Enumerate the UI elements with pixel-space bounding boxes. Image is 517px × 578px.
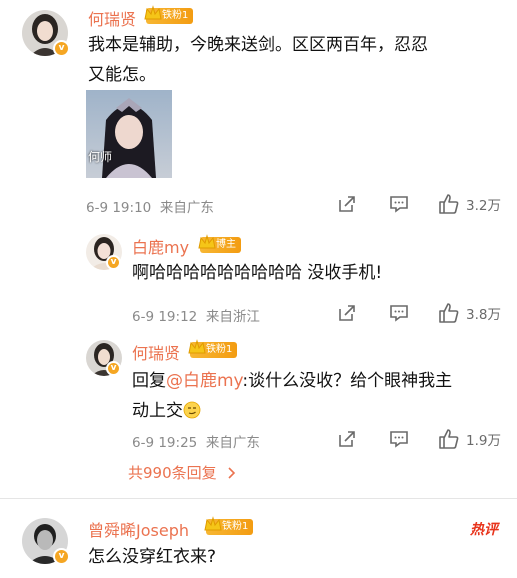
comment-meta: 6-9 19:12 来自浙江: [132, 305, 260, 325]
blogger-badge: 博主: [198, 234, 241, 253]
reply-prefix: 回复: [132, 371, 166, 391]
verified-icon: v: [53, 548, 70, 565]
share-icon: [339, 196, 355, 212]
like-icon: [439, 429, 459, 449]
image-caption: 何师: [88, 150, 113, 164]
comment-meta: 6-9 19:25 来自广东: [132, 431, 260, 451]
location: 来自广东: [205, 435, 260, 451]
hot-comment-badge: 热评: [470, 522, 498, 538]
like-count: 3.8万: [466, 307, 501, 323]
like-count: 1.9万: [466, 433, 501, 449]
mention-link[interactable]: @白鹿my: [166, 371, 242, 391]
chevron-right-icon: [228, 466, 235, 479]
share-button[interactable]: [337, 303, 357, 323]
share-button[interactable]: [337, 194, 357, 214]
location: 来自广东: [159, 200, 214, 216]
comment-icon: [390, 431, 408, 448]
location: 来自浙江: [205, 309, 260, 325]
comment-button[interactable]: [389, 429, 409, 449]
verified-icon: v: [106, 255, 121, 270]
timestamp: 6-9 19:10: [86, 200, 152, 216]
like-icon: [439, 303, 459, 323]
commenter-name[interactable]: 曾舜晞Joseph: [88, 517, 189, 541]
comment-image[interactable]: 何师: [86, 90, 172, 178]
timestamp: 6-9 19:25: [132, 435, 198, 451]
comment-icon: [390, 305, 408, 322]
crown-icon: [188, 339, 206, 354]
fan-badge: 铁粉1: [188, 339, 238, 358]
divider: [0, 498, 517, 499]
fan-badge: 铁粉1: [144, 5, 194, 24]
crown-icon: [144, 5, 162, 20]
like-button[interactable]: 3.2万: [438, 193, 501, 215]
comment-text: 怎么没穿红衣来?: [88, 547, 217, 567]
reply-text: 啊哈哈哈哈哈哈哈哈哈 没收手机!: [132, 263, 383, 283]
comment-button[interactable]: [389, 303, 409, 323]
share-icon: [339, 431, 355, 447]
comment-text: 我本是辅助，今晚来送剑。区区两百年，忍忍 又能怎。: [88, 35, 428, 85]
smirk-emoji-icon: [183, 401, 201, 419]
like-button[interactable]: 1.9万: [438, 428, 501, 450]
crown-icon: [204, 516, 222, 531]
comment-button[interactable]: [389, 194, 409, 214]
like-count: 3.2万: [466, 198, 501, 214]
fan-badge: 铁粉1: [204, 516, 254, 535]
comment-meta: 6-9 19:10 来自广东: [86, 196, 214, 216]
like-icon: [439, 194, 459, 214]
more-replies-link[interactable]: 共990条回复: [128, 462, 239, 483]
commenter-name[interactable]: 白鹿my: [132, 234, 189, 258]
comment-icon: [390, 196, 408, 213]
reply-text: 回复@白鹿my:谈什么没收？给个眼神我主 动上交: [132, 371, 453, 421]
timestamp: 6-9 19:12: [132, 309, 198, 325]
verified-icon: v: [53, 40, 70, 57]
share-button[interactable]: [337, 429, 357, 449]
verified-icon: v: [106, 361, 121, 376]
share-icon: [339, 305, 355, 321]
like-button[interactable]: 3.8万: [438, 302, 501, 324]
commenter-name[interactable]: 何瑞贤: [132, 340, 180, 364]
commenter-name[interactable]: 何瑞贤: [88, 6, 136, 30]
crown-icon: [198, 234, 216, 249]
